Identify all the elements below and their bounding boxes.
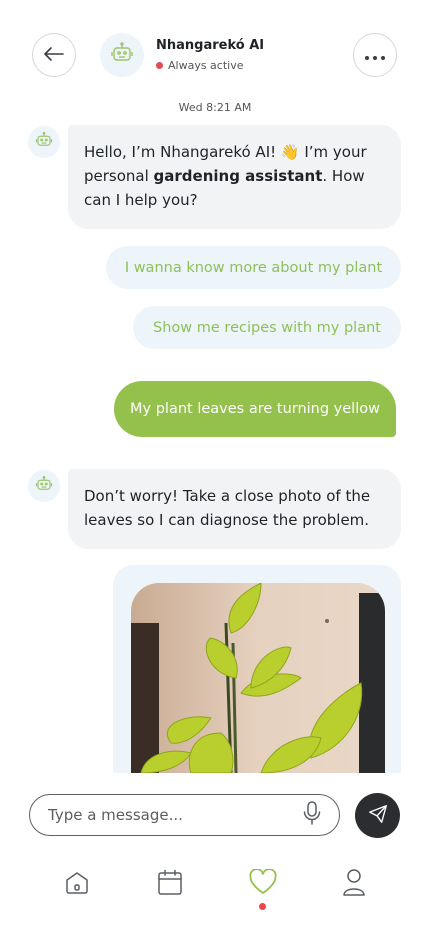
- more-horizontal-icon: [364, 46, 386, 65]
- bot-status: Always active: [156, 59, 244, 72]
- suggestion-chip[interactable]: Show me recipes with my plant: [133, 306, 401, 349]
- back-button[interactable]: [32, 33, 76, 77]
- user-message-bubble: My plant leaves are turning yellow: [114, 381, 396, 437]
- bot-message-bubble: Don’t worry! Take a close photo of the l…: [68, 469, 401, 549]
- user-photo-message: [113, 565, 401, 773]
- plant-photo[interactable]: [131, 583, 385, 773]
- nav-favorites[interactable]: [248, 868, 278, 899]
- suggestion-chip[interactable]: I wanna know more about my plant: [106, 246, 401, 289]
- send-button[interactable]: [355, 793, 400, 838]
- bot-message-bubble: Hello, I’m Nhangarekó AI! 👋 I’m your per…: [68, 125, 401, 229]
- message-bold-text: gardening assistant: [153, 167, 323, 185]
- bot-message-avatar: [28, 126, 60, 158]
- bot-avatar: [100, 33, 144, 77]
- calendar-icon: [157, 869, 183, 899]
- bot-name: Nhangarekó AI: [156, 38, 265, 53]
- message-timestamp: Wed 8:21 AM: [178, 101, 252, 114]
- nav-home[interactable]: [62, 869, 92, 899]
- more-options-button[interactable]: [353, 33, 397, 77]
- bot-message-avatar: [28, 470, 60, 502]
- user-icon: [342, 868, 366, 900]
- microphone-button[interactable]: [301, 801, 323, 829]
- message-input[interactable]: [48, 806, 301, 824]
- robot-icon: [35, 131, 53, 153]
- home-icon: [64, 869, 90, 899]
- active-nav-indicator: [259, 903, 266, 910]
- robot-icon: [35, 475, 53, 497]
- arrow-left-icon: [44, 46, 64, 65]
- status-dot: [156, 62, 163, 69]
- nav-profile[interactable]: [339, 869, 369, 899]
- heart-icon: [249, 868, 277, 899]
- send-icon: [367, 803, 389, 829]
- chat-header: Nhangarekó AI Always active: [0, 0, 430, 100]
- robot-icon: [110, 41, 134, 69]
- status-text: Always active: [168, 59, 244, 72]
- nav-calendar[interactable]: [155, 869, 185, 899]
- microphone-icon: [303, 801, 321, 829]
- message-composer: [29, 794, 340, 836]
